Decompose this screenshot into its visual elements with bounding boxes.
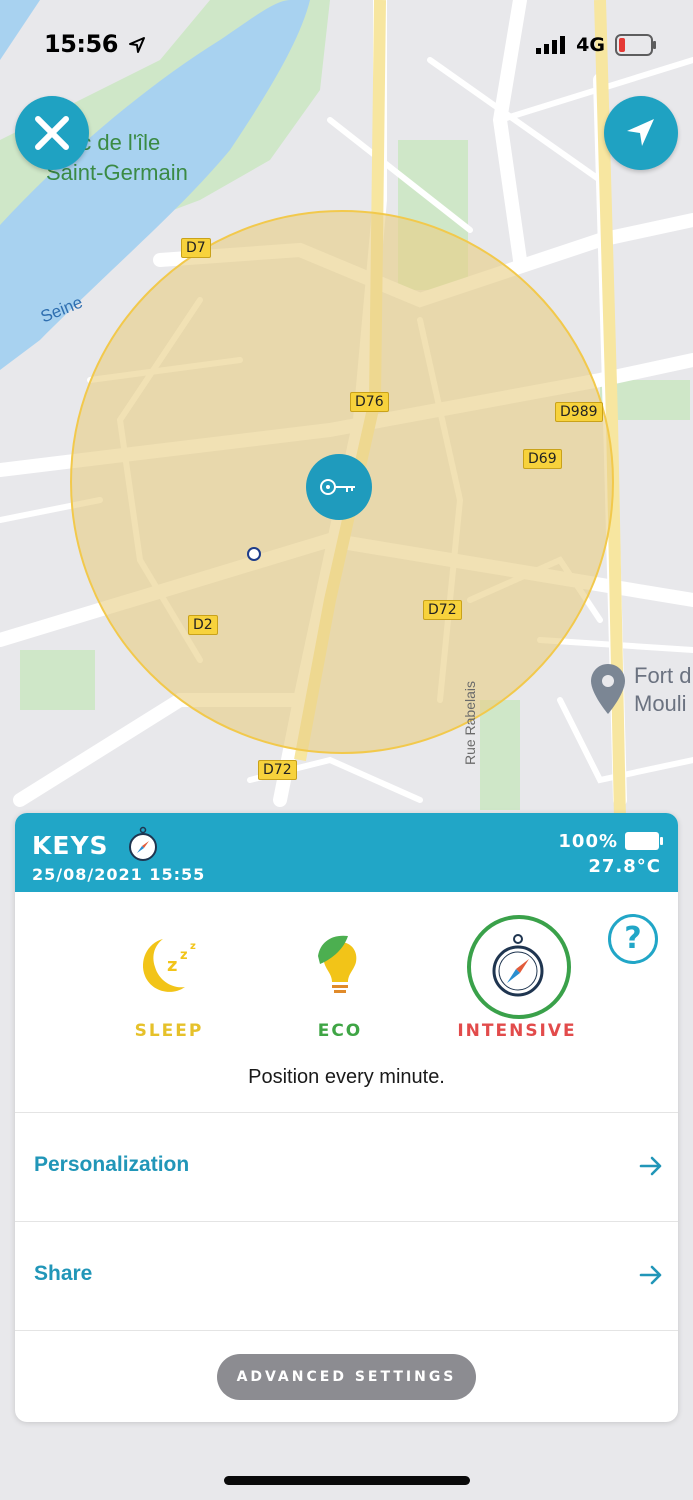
help-icon: ? [624,921,642,956]
close-icon [35,116,69,150]
temperature: 27.8°C [588,856,661,877]
arrow-right-icon [639,1265,662,1285]
road-badge-d989: D989 [555,402,603,422]
share-row[interactable]: Share [15,1221,678,1330]
map-pin-icon [591,664,625,714]
key-icon [320,479,355,495]
device-timestamp: 25/08/2021 15:55 [32,865,206,884]
battery-level: 100% [558,831,618,852]
mode-intensive-label: INTENSIVE [457,1021,577,1041]
navigation-arrow-icon [627,119,654,146]
personalization-label: Personalization [34,1153,190,1176]
mode-eco-label: ECO [317,1021,363,1041]
help-button[interactable]: ? [608,914,658,964]
network-type: 4G [576,34,605,56]
status-indicators: 4G [536,33,657,57]
close-button[interactable] [15,96,89,170]
divider [15,1330,678,1331]
road-badge-d2: D2 [188,615,218,635]
road-badge-d72: D72 [423,600,462,620]
location-arrow-icon [128,37,145,53]
battery-full-icon [625,832,663,850]
moon-zzz-icon: z z z [143,939,196,992]
mode-sleep-label: SLEEP [134,1021,204,1041]
arrow-right-icon [639,1156,662,1176]
signal-icon [536,36,566,54]
svg-text:z: z [180,948,188,963]
road-badge-d7: D7 [181,238,211,258]
street-label: Rue Rabelais [462,680,479,766]
road-badge-d69: D69 [523,449,562,469]
compass-icon [129,826,158,861]
home-indicator[interactable] [224,1476,470,1485]
navigate-button[interactable] [604,96,678,170]
device-marker[interactable] [306,454,372,520]
personalization-row[interactable]: Personalization [15,1112,678,1221]
share-label: Share [34,1262,93,1285]
battery-low-icon [615,34,656,56]
leaf-bulb-icon [318,935,357,993]
compass-icon [492,934,544,997]
device-header: KEYS 25/08/2021 15:55 100% 27.8°C [15,813,678,892]
status-time: 15:56 [44,30,146,58]
svg-text:z: z [190,941,196,952]
mode-description: Position every minute. [248,1066,445,1088]
fort-label: Fort d Mouli [634,663,692,716]
device-panel: KEYS 25/08/2021 15:55 100% 27.8°C ? z z … [15,813,678,1422]
device-name: KEYS [32,826,158,862]
svg-text:z: z [167,955,177,976]
road-badge-d76: D76 [350,392,389,412]
advanced-settings-button[interactable]: ADVANCED SETTINGS [217,1354,476,1400]
road-badge-d72: D72 [258,760,297,780]
